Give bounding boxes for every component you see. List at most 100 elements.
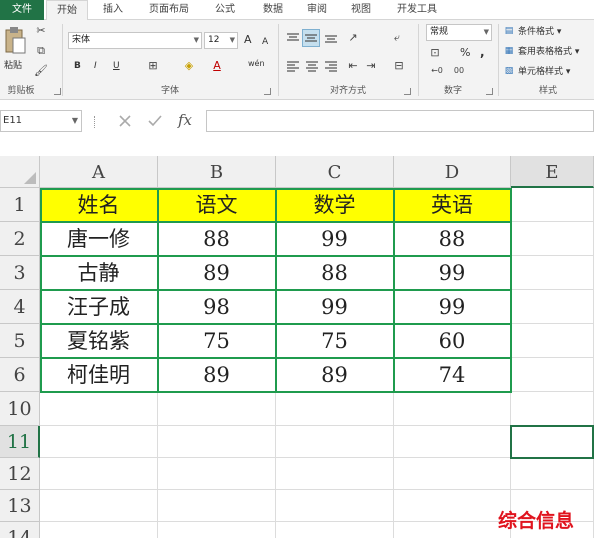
copy-icon[interactable]: ⧉ xyxy=(34,44,48,58)
underline-button[interactable]: U xyxy=(113,58,120,74)
number-launcher-icon[interactable] xyxy=(486,88,493,95)
cell-e12[interactable] xyxy=(511,458,594,490)
row-header-4[interactable]: 4 xyxy=(0,290,40,324)
tab-file[interactable]: 文件 xyxy=(0,0,44,20)
clipboard-launcher-icon[interactable] xyxy=(54,88,61,95)
cell-e6[interactable] xyxy=(511,358,594,392)
cell-c11[interactable] xyxy=(276,426,394,458)
increase-indent-icon[interactable]: ⇥ xyxy=(364,59,378,73)
decrease-indent-icon[interactable]: ⇤ xyxy=(346,59,360,73)
cancel-icon[interactable] xyxy=(116,112,134,130)
cell-d4[interactable]: 99 xyxy=(394,290,511,324)
cell-a6[interactable]: 柯佳明 xyxy=(40,358,158,392)
phonetic-button[interactable]: wén xyxy=(248,56,265,72)
cell-e4[interactable] xyxy=(511,290,594,324)
cell-b10[interactable] xyxy=(158,392,276,426)
cell-b2[interactable]: 88 xyxy=(158,222,276,256)
column-header-d[interactable]: D xyxy=(394,156,511,188)
table-format-button[interactable]: 套用表格格式 ▾ xyxy=(518,44,579,60)
cell-c4[interactable]: 99 xyxy=(276,290,394,324)
font-color-icon[interactable]: A xyxy=(210,59,224,73)
row-header-5[interactable]: 5 xyxy=(0,324,40,358)
bold-button[interactable]: B xyxy=(74,58,81,74)
cell-a10[interactable] xyxy=(40,392,158,426)
italic-button[interactable]: I xyxy=(94,58,97,74)
cell-d13[interactable] xyxy=(394,490,511,522)
confirm-icon[interactable] xyxy=(146,112,164,130)
insert-function-button[interactable]: fx xyxy=(178,111,192,129)
cut-icon[interactable]: ✂ xyxy=(34,24,48,38)
column-header-c[interactable]: C xyxy=(276,156,394,188)
tab-insert[interactable]: 插入 xyxy=(92,0,134,20)
cell-a3[interactable]: 古静 xyxy=(40,256,158,290)
formula-input[interactable] xyxy=(206,110,594,132)
row-header-14[interactable]: 14 xyxy=(0,522,40,538)
cell-c1[interactable]: 数学 xyxy=(276,188,394,222)
increase-decimal-icon[interactable]: ←0 xyxy=(430,64,444,78)
tab-page-layout[interactable]: 页面布局 xyxy=(138,0,200,20)
font-grow-button[interactable]: A xyxy=(244,32,252,48)
cell-d6[interactable]: 74 xyxy=(394,358,511,392)
cell-c12[interactable] xyxy=(276,458,394,490)
alignment-launcher-icon[interactable] xyxy=(404,88,411,95)
cell-e1[interactable] xyxy=(511,188,594,222)
cell-d2[interactable]: 88 xyxy=(394,222,511,256)
column-header-b[interactable]: B xyxy=(158,156,276,188)
cell-e3[interactable] xyxy=(511,256,594,290)
cell-b12[interactable] xyxy=(158,458,276,490)
comma-button[interactable]: , xyxy=(480,44,485,60)
column-header-e[interactable]: E xyxy=(511,156,594,188)
conditional-format-button[interactable]: 条件格式 ▾ xyxy=(518,24,561,40)
align-center-icon[interactable] xyxy=(305,60,319,72)
tab-formulas[interactable]: 公式 xyxy=(204,0,246,20)
select-all-button[interactable] xyxy=(0,156,40,188)
cell-e10[interactable] xyxy=(511,392,594,426)
row-header-10[interactable]: 10 xyxy=(0,392,40,426)
cell-a2[interactable]: 唐一修 xyxy=(40,222,158,256)
cell-b6[interactable]: 89 xyxy=(158,358,276,392)
row-header-11[interactable]: 11 xyxy=(0,426,40,458)
row-header-3[interactable]: 3 xyxy=(0,256,40,290)
name-box[interactable]: E11 ▼ xyxy=(0,110,82,132)
align-top-icon[interactable] xyxy=(286,32,300,44)
align-middle-button[interactable] xyxy=(302,29,320,47)
cell-b5[interactable]: 75 xyxy=(158,324,276,358)
percent-button[interactable]: % xyxy=(460,45,470,61)
font-size-select[interactable]: 12 ▼ xyxy=(204,32,238,49)
cell-a4[interactable]: 汪子成 xyxy=(40,290,158,324)
tab-home[interactable]: 开始 xyxy=(46,0,88,21)
cell-c14[interactable] xyxy=(276,522,394,538)
cell-a5[interactable]: 夏铭紫 xyxy=(40,324,158,358)
cell-d14[interactable] xyxy=(394,522,511,538)
fill-color-icon[interactable]: ◈ xyxy=(182,59,196,73)
cell-d10[interactable] xyxy=(394,392,511,426)
row-header-12[interactable]: 12 xyxy=(0,458,40,490)
tab-review[interactable]: 审阅 xyxy=(296,0,338,20)
tab-developer[interactable]: 开发工具 xyxy=(386,0,448,20)
cell-d3[interactable]: 99 xyxy=(394,256,511,290)
cell-a12[interactable] xyxy=(40,458,158,490)
cell-b14[interactable] xyxy=(158,522,276,538)
cell-d1[interactable]: 英语 xyxy=(394,188,511,222)
format-painter-icon[interactable]: 🖌 xyxy=(34,64,48,78)
cell-c6[interactable]: 89 xyxy=(276,358,394,392)
decrease-decimal-icon[interactable]: 00 xyxy=(452,64,466,78)
row-header-13[interactable]: 13 xyxy=(0,490,40,522)
border-icon[interactable]: ⊞ xyxy=(146,59,160,73)
cell-d11[interactable] xyxy=(394,426,511,458)
font-shrink-button[interactable]: A xyxy=(262,34,268,50)
wrap-text-icon[interactable]: ⤶ xyxy=(390,31,404,45)
cell-d5[interactable]: 60 xyxy=(394,324,511,358)
cell-e5[interactable] xyxy=(511,324,594,358)
cell-a11[interactable] xyxy=(40,426,158,458)
column-header-a[interactable]: A xyxy=(40,156,158,188)
cell-e2[interactable] xyxy=(511,222,594,256)
cell-c10[interactable] xyxy=(276,392,394,426)
row-header-1[interactable]: 1 xyxy=(0,188,40,222)
cell-b11[interactable] xyxy=(158,426,276,458)
cell-b1[interactable]: 语文 xyxy=(158,188,276,222)
tab-view[interactable]: 视图 xyxy=(340,0,382,20)
align-right-icon[interactable] xyxy=(324,60,338,72)
font-launcher-icon[interactable] xyxy=(264,88,271,95)
cell-d12[interactable] xyxy=(394,458,511,490)
